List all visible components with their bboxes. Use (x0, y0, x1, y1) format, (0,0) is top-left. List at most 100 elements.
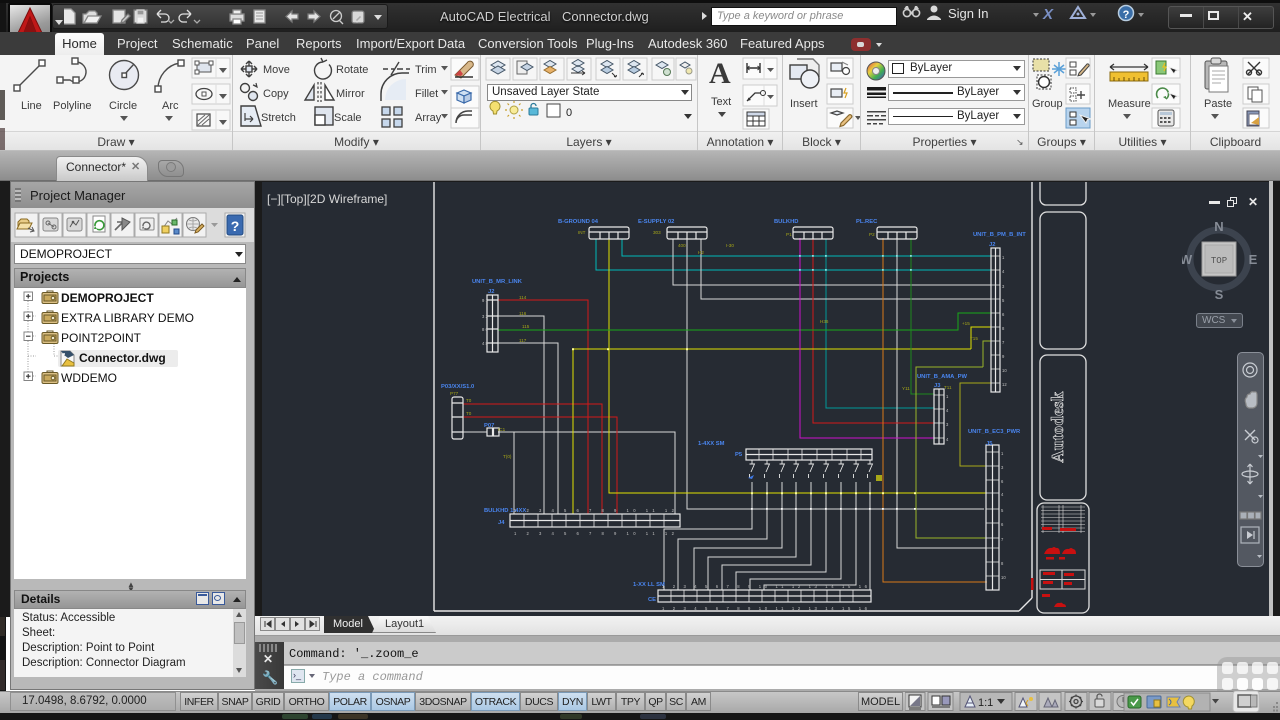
svg-text:B-GROUND 04: B-GROUND 04 (558, 219, 599, 225)
svg-text:P5: P5 (735, 452, 743, 458)
svg-text:Arc: Arc (162, 100, 179, 112)
svg-text:J2: J2 (989, 242, 995, 248)
svg-text:T0: T0 (466, 411, 472, 416)
svg-text:8: 8 (1002, 326, 1005, 331)
svg-text:4 8: 4 8 (482, 341, 488, 346)
svg-text:10: 10 (1002, 368, 1007, 373)
svg-text:E: E (1249, 252, 1258, 267)
svg-text:T15: T15 (970, 336, 978, 341)
svg-text:1-4XX SM: 1-4XX SM (698, 441, 725, 447)
svg-text:1 2 3 4 5 6 7 8 9 10 11 12 13: 1 2 3 4 5 6 7 8 9 10 11 12 13 14 15 16 (662, 606, 868, 611)
svg-text:Polyline: Polyline (53, 100, 92, 112)
svg-text:10: 10 (1001, 575, 1006, 580)
svg-text:6: 6 (1001, 479, 1004, 484)
svg-text:Trim: Trim (415, 64, 437, 76)
svg-text:P07: P07 (484, 423, 494, 429)
svg-text:E-SUPPLY 02: E-SUPPLY 02 (638, 219, 674, 225)
svg-text:5: 5 (1002, 298, 1005, 303)
svg-text:Copy: Copy (263, 88, 289, 100)
svg-text:P1: P1 (786, 232, 792, 237)
svg-text:EXTRA LIBRARY DEMO: EXTRA LIBRARY DEMO (61, 311, 194, 325)
svg-text:Line: Line (21, 100, 42, 112)
svg-text:+15: +15 (962, 321, 970, 326)
svg-text:Rotate: Rotate (336, 64, 368, 76)
svg-text:POINT2POINT: POINT2POINT (61, 331, 142, 345)
svg-text:S: S (1215, 287, 1224, 302)
svg-text:J5: J5 (986, 441, 993, 447)
svg-text:400: 400 (678, 243, 686, 248)
svg-text:0: 0 (566, 107, 572, 119)
svg-text:114: 114 (519, 295, 527, 300)
svg-text:I-30: I-30 (726, 243, 734, 248)
svg-text:8 6: 8 6 (482, 327, 488, 332)
svg-text:?: ? (1123, 9, 1130, 21)
svg-text:115: 115 (522, 324, 530, 329)
svg-text:UNIT_B_PM_B_INT: UNIT_B_PM_B_INT (973, 232, 1026, 238)
svg-text:Mirror: Mirror (336, 88, 365, 100)
svg-text:P77: P77 (450, 391, 459, 396)
svg-text:T(0): T(0) (503, 454, 512, 459)
svg-text:N: N (1214, 220, 1223, 234)
svg-text:Fillet: Fillet (415, 88, 438, 100)
svg-text:1-XX LL SM: 1-XX LL SM (633, 582, 665, 588)
svg-text:J2: J2 (488, 289, 494, 295)
svg-text:Scale: Scale (334, 112, 362, 124)
svg-text:UNIT_B_MR_LINK: UNIT_B_MR_LINK (472, 279, 523, 285)
svg-text:9 1: 9 1 (482, 298, 488, 303)
svg-text:1: 1 (1001, 451, 1004, 456)
svg-text:Measure: Measure (1108, 98, 1151, 110)
svg-text:Autodesk: Autodesk (1048, 391, 1067, 463)
svg-text:1:1: 1:1 (978, 697, 993, 709)
svg-text:4: 4 (946, 437, 949, 442)
svg-text:H36: H36 (820, 319, 829, 324)
svg-text:J4: J4 (498, 520, 505, 526)
svg-text:Group: Group (1032, 98, 1063, 110)
svg-text:1: 1 (946, 394, 949, 399)
svg-text:Sign In: Sign In (948, 6, 988, 21)
svg-text:Y11: Y11 (902, 386, 910, 391)
svg-text:6: 6 (1002, 312, 1005, 317)
svg-text:PL.REC: PL.REC (856, 219, 878, 225)
svg-text:UNIT_B_AMA_PW: UNIT_B_AMA_PW (917, 374, 967, 380)
svg-text:TOP: TOP (1211, 256, 1227, 266)
svg-text:1 2 3 4 5 6 7 8 9 10 11 12: 1 2 3 4 5 6 7 8 9 10 11 12 (514, 508, 675, 513)
svg-text:Move: Move (263, 64, 290, 76)
svg-text:5: 5 (1001, 508, 1004, 513)
svg-text:T11: T11 (944, 385, 952, 390)
svg-text:WDDEMO: WDDEMO (61, 371, 117, 385)
svg-text:P03/XX/S1.0: P03/XX/S1.0 (441, 384, 474, 390)
svg-text:CE: CE (648, 597, 656, 603)
svg-text:Circle: Circle (109, 100, 137, 112)
svg-text:1: 1 (1002, 255, 1005, 260)
svg-text:INT: INT (578, 230, 586, 235)
svg-text:Paste: Paste (1204, 98, 1232, 110)
svg-text:Array: Array (415, 112, 442, 124)
svg-text:6: 6 (1001, 522, 1004, 527)
svg-text:BULKHD: BULKHD (774, 219, 798, 225)
svg-text:116: 116 (519, 311, 527, 316)
svg-text:303: 303 (653, 230, 661, 235)
svg-text:4: 4 (1001, 492, 1004, 497)
svg-text:4: 4 (946, 408, 949, 413)
svg-text:9: 9 (1002, 354, 1005, 359)
svg-text:3: 3 (1001, 465, 1004, 470)
svg-text:1 2 3 4 5 6 7 8 9 10 11 12: 1 2 3 4 5 6 7 8 9 10 11 12 (514, 531, 675, 536)
svg-text:117: 117 (519, 338, 527, 343)
svg-text:H2: H2 (698, 250, 704, 255)
svg-text:7: 7 (1002, 340, 1005, 345)
svg-text:12: 12 (1002, 382, 1007, 387)
svg-text:Stretch: Stretch (261, 112, 296, 124)
svg-text:3: 3 (946, 422, 949, 427)
svg-text:Connector.dwg: Connector.dwg (79, 351, 166, 365)
svg-text:8: 8 (1001, 561, 1004, 566)
svg-text:4: 4 (1002, 269, 1005, 274)
svg-text:1 2 3 4 5 6 7 8 9 10 11 12 13: 1 2 3 4 5 6 7 8 9 10 11 12 13 14 15 16 (662, 584, 868, 589)
svg-text:7: 7 (1001, 537, 1004, 542)
svg-text:Insert: Insert (790, 98, 818, 110)
svg-text:J3: J3 (934, 383, 941, 389)
svg-text:P2: P2 (869, 232, 875, 237)
svg-text:3 2: 3 2 (482, 314, 488, 319)
svg-text:3: 3 (1002, 284, 1005, 289)
svg-text:W: W (1182, 252, 1193, 267)
svg-text:UNIT_B_EC3_PWR: UNIT_B_EC3_PWR (968, 429, 1021, 435)
